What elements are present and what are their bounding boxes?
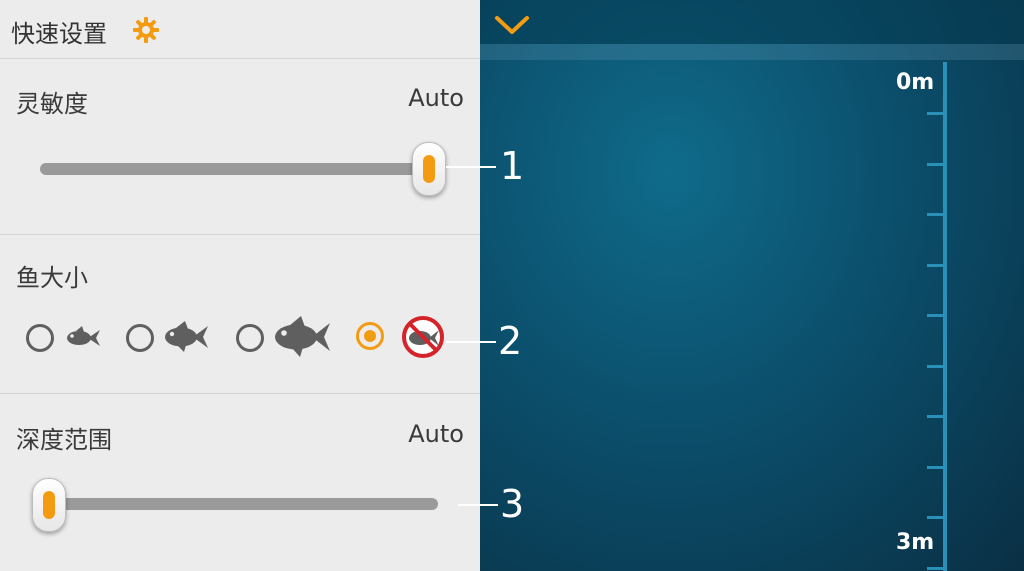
sonar-stripe [480, 44, 1024, 60]
depth-tick [927, 213, 945, 216]
sensitivity-slider-track[interactable] [40, 163, 432, 175]
callout-number-1: 1 [500, 144, 525, 188]
depth-top-label: 0m [896, 70, 935, 95]
gear-icon[interactable] [132, 16, 160, 44]
depth-range-label: 深度范围 [16, 426, 112, 454]
sensitivity-value: Auto [408, 84, 464, 112]
depth-range-slider-track[interactable] [48, 498, 438, 510]
sonar-top-bar [480, 0, 1024, 44]
depth-tick [927, 162, 945, 166]
depth-tick [927, 516, 945, 519]
sensitivity-slider-thumb[interactable] [412, 142, 446, 196]
depth-range-slider-thumb[interactable] [32, 478, 66, 532]
depth-tick [927, 263, 945, 267]
fish-size-radio-small[interactable] [26, 324, 54, 352]
sensitivity-label: 灵敏度 [16, 90, 88, 118]
callout-number-3: 3 [500, 482, 525, 526]
divider [0, 393, 480, 394]
small-fish-icon [67, 326, 100, 346]
large-fish-icon [275, 316, 330, 357]
divider [0, 234, 480, 235]
panel-title: 快速设置 [11, 20, 107, 48]
depth-tick [927, 566, 945, 570]
sonar-display: 0m 3m [480, 0, 1024, 571]
depth-tick [927, 415, 945, 418]
panel-header: 快速设置 [0, 0, 480, 59]
medium-fish-icon [165, 321, 208, 352]
fish-size-radio-large[interactable] [236, 324, 264, 352]
callout-line [446, 341, 496, 343]
no-fish-icon [402, 316, 444, 358]
fish-size-radio-medium[interactable] [126, 324, 154, 352]
depth-tick [927, 364, 945, 368]
chevron-down-icon[interactable] [494, 14, 530, 36]
depth-tick [927, 465, 945, 469]
callout-line [446, 166, 496, 168]
fish-size-label: 鱼大小 [16, 264, 88, 292]
depth-tick [927, 314, 945, 317]
depth-bottom-label: 3m [896, 530, 935, 555]
quick-settings-panel: 快速设置 灵敏度 Auto 鱼大小 深度范围 Auto [0, 0, 480, 571]
fish-size-radio-none[interactable] [356, 322, 384, 350]
callout-line [458, 504, 498, 506]
callout-number-2: 2 [498, 319, 523, 363]
depth-tick [927, 112, 945, 115]
depth-range-value: Auto [408, 420, 464, 448]
